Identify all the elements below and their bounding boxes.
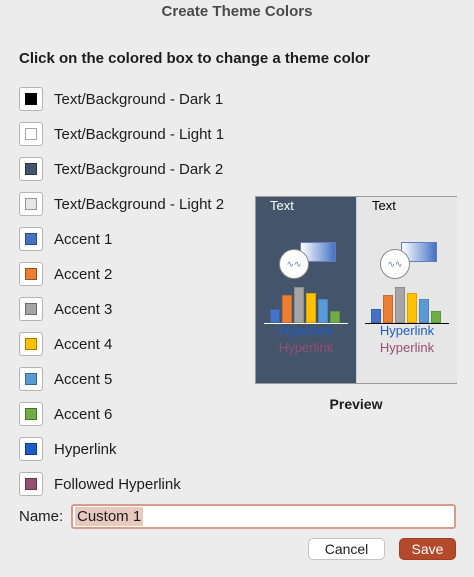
theme-color-row: Followed Hyperlink [19, 471, 181, 497]
color-swatch-button[interactable] [19, 297, 43, 321]
theme-preview: Text ∿∿ Hyperlink Hyperlink Text ∿∿ Hype… [255, 196, 457, 384]
theme-color-row: Accent 3 [19, 296, 112, 322]
theme-color-row: Accent 1 [19, 226, 112, 252]
color-swatch-button[interactable] [19, 122, 43, 146]
preview-bar [270, 309, 280, 323]
preview-bar [431, 311, 441, 323]
color-swatch-button[interactable] [19, 437, 43, 461]
theme-color-label: Text/Background - Light 1 [54, 125, 225, 143]
preview-light-text: Text [372, 198, 396, 213]
theme-color-row: Accent 5 [19, 366, 112, 392]
theme-color-row: Text/Background - Light 2 [19, 191, 224, 217]
theme-color-row: Text/Background - Dark 1 [19, 86, 223, 112]
color-swatch-button[interactable] [19, 227, 43, 251]
preview-bar [395, 287, 405, 323]
save-button[interactable]: Save [399, 538, 456, 560]
preview-dark-followed-hyperlink: Hyperlink [278, 340, 334, 355]
preview-bar [419, 299, 429, 323]
theme-color-label: Accent 6 [54, 405, 113, 423]
preview-light-bars [371, 283, 443, 323]
preview-bar [371, 309, 381, 323]
theme-color-label: Text/Background - Dark 1 [54, 90, 224, 108]
color-swatch-button[interactable] [19, 262, 43, 286]
color-swatch [25, 163, 37, 175]
cancel-button[interactable]: Cancel [308, 538, 385, 560]
preview-bar [282, 295, 292, 323]
theme-color-row: Accent 4 [19, 331, 112, 357]
theme-color-label: Accent 3 [54, 300, 113, 318]
color-swatch [25, 268, 37, 280]
theme-color-label: Hyperlink [54, 440, 117, 458]
color-swatch-button[interactable] [19, 87, 43, 111]
preview-light-hyperlink: Hyperlink [379, 323, 435, 338]
preview-bar [383, 295, 393, 323]
color-swatch-button[interactable] [19, 402, 43, 426]
dialog-title: Create Theme Colors [161, 3, 313, 20]
color-swatch [25, 128, 37, 140]
preview-bar [306, 293, 316, 323]
color-swatch-button[interactable] [19, 472, 43, 496]
preview-bar [330, 311, 340, 323]
preview-bar [294, 287, 304, 323]
color-swatch-button[interactable] [19, 367, 43, 391]
color-swatch [25, 303, 37, 315]
color-swatch [25, 233, 37, 245]
theme-color-row: Text/Background - Dark 2 [19, 156, 223, 182]
name-field-selected-text: Custom 1 [75, 507, 144, 526]
preview-dark-text: Text [270, 198, 294, 213]
preview-light-circle: ∿∿ [380, 249, 410, 279]
preview-dark-hyperlink: Hyperlink [278, 323, 334, 338]
theme-color-label: Accent 1 [54, 230, 113, 248]
preview-bar [407, 293, 417, 323]
color-swatch [25, 408, 37, 420]
theme-color-row: Hyperlink [19, 436, 117, 462]
preview-label: Preview [329, 396, 383, 412]
color-swatch [25, 93, 37, 105]
preview-light-followed-hyperlink: Hyperlink [379, 340, 435, 355]
name-label: Name: [19, 508, 64, 525]
preview-dark-circle: ∿∿ [279, 249, 309, 279]
color-swatch [25, 478, 37, 490]
theme-color-label: Accent 5 [54, 370, 113, 388]
theme-color-row: Accent 2 [19, 261, 112, 287]
color-swatch [25, 373, 37, 385]
color-swatch [25, 443, 37, 455]
color-swatch-button[interactable] [19, 332, 43, 356]
theme-color-label: Text/Background - Dark 2 [54, 160, 224, 178]
preview-light-panel: Text ∿∿ Hyperlink Hyperlink [356, 197, 457, 383]
preview-dark-bars [270, 283, 342, 323]
theme-color-label: Followed Hyperlink [54, 475, 181, 493]
preview-bar [318, 299, 328, 323]
theme-color-label: Text/Background - Light 2 [54, 195, 225, 213]
color-swatch-button[interactable] [19, 192, 43, 216]
instruction-text: Click on the colored box to change a the… [19, 50, 370, 67]
theme-color-row: Accent 6 [19, 401, 112, 427]
theme-color-label: Accent 4 [54, 335, 113, 353]
preview-dark-panel: Text ∿∿ Hyperlink Hyperlink [256, 197, 356, 383]
theme-color-label: Accent 2 [54, 265, 113, 283]
color-swatch [25, 338, 37, 350]
color-swatch [25, 198, 37, 210]
theme-color-row: Text/Background - Light 1 [19, 121, 224, 147]
color-swatch-button[interactable] [19, 157, 43, 181]
